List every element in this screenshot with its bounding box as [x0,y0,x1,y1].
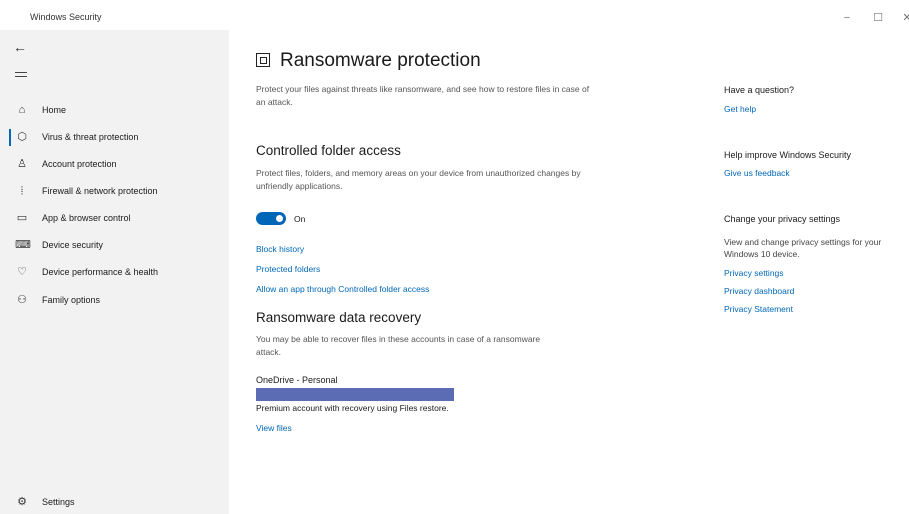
sidebar-item-home[interactable]: ⌂ Home [0,100,229,122]
sidebar-item-label: Family options [42,295,101,305]
page-title: Ransomware protection [280,50,481,71]
right-panel: Have a question? Get help Help improve W… [724,30,904,514]
sidebar-item-label: Device security [42,240,104,250]
privacy-description: View and change privacy settings for you… [724,237,882,259]
privacy-heading: Change your privacy settings [724,214,841,224]
sidebar-item-device-security[interactable]: ⌨ Device security [0,235,229,257]
sidebar-item-label: Settings [42,497,75,507]
sidebar-item-settings[interactable]: ⚙ Settings [0,492,229,514]
sidebar: ← ⌂ Home ⬡ Virus & threat protection ♙ A… [0,30,229,514]
active-indicator [9,129,11,146]
family-icon: ⚇ [17,294,27,306]
windows-security-window: Windows Security − ☐ ✕ ← ⌂ Home ⬡ Virus … [0,0,909,514]
cfa-description: Protect files, folders, and memory areas… [256,168,581,191]
sidebar-item-app-browser-control[interactable]: ▭ App & browser control [0,208,229,230]
maximize-button[interactable]: ☐ [871,12,885,24]
browser-icon: ▭ [16,212,28,224]
sidebar-item-device-performance-health[interactable]: ♡ Device performance & health [0,262,229,284]
heart-icon: ♡ [17,266,27,278]
ransomware-protection-icon [256,53,270,67]
protected-folders-link[interactable]: Protected folders [256,264,320,274]
main-content: Ransomware protection Protect your files… [229,30,709,514]
gear-icon: ⚙ [17,496,27,508]
privacy-settings-link[interactable]: Privacy settings [724,268,784,278]
app-title: Windows Security [30,12,102,22]
title-bar: Windows Security − ☐ ✕ [0,0,909,30]
recovery-description: You may be able to recover files in thes… [256,334,541,357]
home-icon: ⌂ [18,104,26,116]
get-help-link[interactable]: Get help [724,104,756,114]
sidebar-item-virus-threat-protection[interactable]: ⬡ Virus & threat protection [0,127,229,149]
cfa-section-title: Controlled folder access [256,143,401,158]
sidebar-item-label: Firewall & network protection [42,186,158,196]
privacy-statement-link[interactable]: Privacy Statement [724,304,793,314]
sidebar-item-label: Device performance & health [42,267,159,277]
question-heading: Have a question? [724,85,795,95]
laptop-icon: ⌨ [15,239,31,251]
back-arrow-icon[interactable]: ← [13,40,29,54]
hamburger-menu-icon[interactable] [15,72,27,82]
redacted-account-bar [256,388,454,401]
privacy-dashboard-link[interactable]: Privacy dashboard [724,286,794,296]
recovery-section-title: Ransomware data recovery [256,310,422,325]
toggle-knob [276,215,283,222]
give-feedback-link[interactable]: Give us feedback [724,168,790,178]
person-icon: ♙ [17,158,27,170]
block-history-link[interactable]: Block history [256,244,304,254]
improve-heading: Help improve Windows Security [724,150,852,160]
sidebar-item-label: Home [42,105,67,115]
allow-app-link[interactable]: Allow an app through Controlled folder a… [256,284,429,294]
cfa-toggle-label: On [294,214,306,224]
recovery-account-description: Premium account with recovery using File… [256,403,449,413]
sidebar-item-label: Account protection [42,159,117,169]
close-button[interactable]: ✕ [900,12,909,24]
shield-icon: ⬡ [17,131,27,143]
recovery-account-name: OneDrive - Personal [256,375,338,385]
sidebar-item-label: App & browser control [42,213,131,223]
cfa-toggle-switch[interactable] [256,212,286,225]
page-description: Protect your files against threats like … [256,84,590,107]
sidebar-item-firewall-network-protection[interactable]: ⦙ Firewall & network protection [0,181,229,203]
sidebar-item-family-options[interactable]: ⚇ Family options [0,290,229,312]
wifi-icon: ⦙ [20,185,24,197]
view-files-link[interactable]: View files [256,423,292,433]
sidebar-item-label: Virus & threat protection [42,132,139,142]
minimize-button[interactable]: − [840,12,854,24]
sidebar-item-account-protection[interactable]: ♙ Account protection [0,154,229,176]
